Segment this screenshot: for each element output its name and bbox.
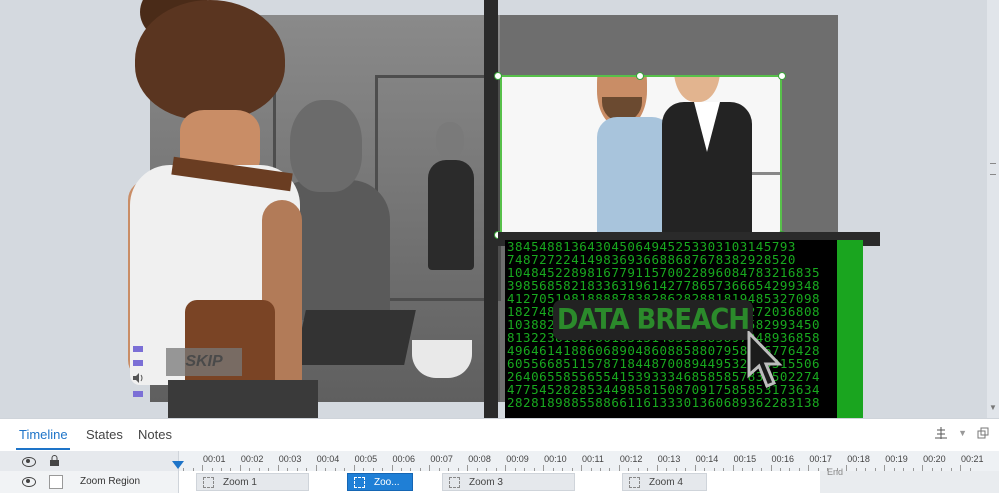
ruler-tick-label: 00:07 [430, 454, 453, 464]
ruler-tick-label: 00:09 [506, 454, 529, 464]
restore-panel-icon[interactable] [977, 427, 989, 439]
ruler-tick-label: 00:01 [203, 454, 226, 464]
zoom-segment-label: Zoom 4 [649, 476, 683, 488]
track-name: Zoom Region [80, 476, 141, 487]
agent-head [674, 77, 720, 102]
data-breach-badge[interactable]: DATA BREACH [553, 300, 753, 340]
ruler-tick-label: 00:02 [240, 454, 264, 464]
layer-icon[interactable] [132, 389, 144, 399]
woman-hair [135, 0, 285, 120]
track-visibility-eye-icon[interactable] [22, 477, 36, 487]
zoom-region-icon [203, 476, 214, 488]
woman-skirt [168, 380, 318, 418]
panel-divider [484, 0, 498, 418]
speaker-icon[interactable] [132, 373, 144, 383]
resize-handle-top-right[interactable] [778, 72, 786, 80]
zoom-region-track: Zoom Region Zoom 1 Zoo... Zoom 3 Zoom 4 … [0, 467, 999, 493]
panel-tabs: Timeline States Notes ▼ [0, 419, 999, 452]
resize-handle-top-left[interactable] [494, 72, 502, 80]
zoom-segment[interactable]: Zoom 3 [442, 473, 575, 491]
zoom-region-icon [449, 476, 460, 488]
ruler-tick-label: 00:04 [316, 454, 340, 464]
ruler-tick-label: 00:14 [695, 454, 719, 464]
ruler-tick-label: 00:03 [278, 454, 302, 464]
scroll-down-icon[interactable]: ▼ [988, 403, 998, 413]
ruler-header [0, 451, 179, 471]
layer-icon[interactable] [132, 344, 144, 354]
bald-man-shirt [597, 117, 672, 233]
lock-icon[interactable] [49, 455, 60, 467]
skip-label: SKIP [185, 353, 223, 370]
skip-button[interactable]: SKIP [166, 348, 242, 376]
ruler-tick-label: 00:06 [392, 454, 416, 464]
zoom-region-icon [354, 476, 365, 488]
bald-man-head [290, 100, 362, 192]
timeline-ruler[interactable]: 00:01 00:02 00:03 00:04 00:05 00:06 00:07 00:08… [0, 451, 999, 472]
ruler-tick-label: 00:16 [771, 454, 795, 464]
panel-tools: ▼ [934, 426, 989, 440]
agent-background-head [436, 122, 464, 158]
zoom-segment-label: Zoom 3 [469, 476, 503, 488]
tab-timeline[interactable]: Timeline [19, 427, 68, 442]
ruler-tick-label: 00:18 [847, 454, 870, 464]
zoom-segment[interactable]: Zoom 4 [622, 473, 707, 491]
track-lock-checkbox[interactable] [49, 475, 63, 489]
ruler-tick-label: 00:08 [468, 454, 491, 464]
vertical-scrollbar[interactable]: ▼ [987, 0, 999, 418]
agents-callout-image[interactable] [500, 75, 782, 235]
visibility-eye-icon[interactable] [22, 457, 36, 467]
zoom-segment[interactable]: Zoom 1 [196, 473, 309, 491]
ruler-tick-label: 00:12 [619, 454, 643, 464]
resize-handle-top[interactable] [636, 72, 644, 80]
zoom-segment-label: Zoo... [374, 476, 400, 488]
ruler-tick-label: 00:10 [544, 454, 567, 464]
ruler-tick-label: 00:11 [582, 454, 604, 464]
ruler-tick-label: 00:20 [923, 454, 946, 464]
end-label: End [827, 467, 844, 477]
coffee-cup-image [412, 340, 472, 378]
tablet-image [294, 310, 416, 365]
ruler-tick-label: 00:13 [657, 454, 681, 464]
timeline-panel: Timeline States Notes ▼ 00:01 00:02 00:03 0… [0, 418, 999, 493]
data-breach-text: DATA BREACH [556, 303, 750, 337]
zoom-segment-selected[interactable]: Zoo... [347, 473, 413, 491]
timeline-tree-icon[interactable] [934, 426, 948, 440]
scrollbar-grip[interactable] [990, 163, 996, 175]
ruler-tick-label: 00:05 [354, 454, 378, 464]
slide-canvas: 384548813643045064945253303103145793 748… [0, 0, 999, 418]
tab-states[interactable]: States [86, 427, 123, 442]
playhead-marker[interactable] [172, 461, 184, 469]
mouse-cursor-icon [747, 331, 783, 388]
ruler-tick-label: 00:15 [733, 454, 757, 464]
zoom-segment-label: Zoom 1 [223, 476, 257, 488]
layer-icon[interactable] [132, 358, 144, 368]
active-tab-indicator [16, 448, 70, 450]
zoom-region-icon [629, 476, 640, 488]
agent-background-figure [428, 160, 474, 270]
dropdown-arrow-icon[interactable]: ▼ [958, 428, 967, 438]
ruler-tick-label: 00:19 [885, 454, 908, 464]
ruler-tick-label: 00:17 [809, 454, 832, 464]
matrix-edge [837, 240, 863, 418]
timeline-end-area: End [820, 467, 999, 493]
tab-notes[interactable]: Notes [138, 427, 172, 442]
ruler-tick-label: 00:21 [961, 454, 984, 464]
track-header: Zoom Region [0, 471, 179, 493]
